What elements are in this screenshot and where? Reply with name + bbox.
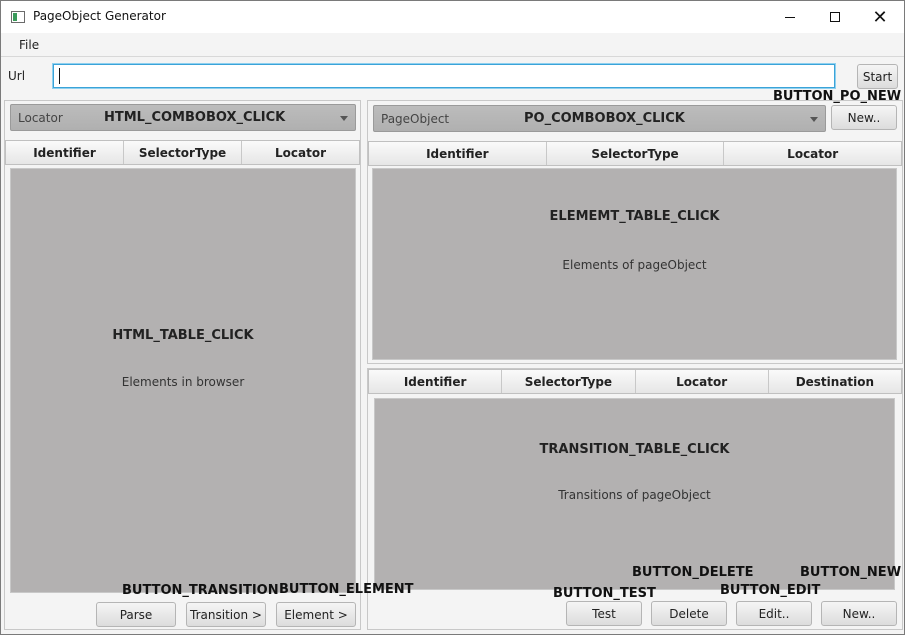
app-icon [11,11,25,23]
menu-bar: File [1,33,904,57]
page-object-combobox-value: PO_COMBOBOX_CLICK [524,111,685,126]
column-identifier[interactable]: Identifier [6,141,124,164]
annotation-button-new: BUTTON_NEW [800,565,902,580]
menu-file[interactable]: File [19,38,39,52]
close-icon: ✕ [872,6,888,28]
app-window: PageObject Generator ✕ File Url Start Lo… [0,0,905,635]
maximize-button[interactable] [812,1,858,33]
maximize-icon [830,12,840,22]
page-object-combobox-label: PageObject [381,112,450,126]
annotation-button-delete: BUTTON_DELETE [632,565,754,580]
window-title: PageObject Generator [33,9,166,23]
locator-combobox-value: HTML_COMBOBOX_CLICK [104,110,286,125]
url-input[interactable] [53,64,835,88]
transition-button[interactable]: Transition > [186,602,266,627]
column-selector-type[interactable]: SelectorType [124,141,242,164]
edit-button[interactable]: Edit.. [736,601,812,626]
new-page-object-button[interactable]: New.. [831,105,897,130]
html-table-placeholder: Elements in browser [121,375,245,389]
annotation-button-transition: BUTTON_TRANSITION [122,583,279,598]
column-identifier[interactable]: Identifier [369,370,503,393]
column-selector-type[interactable]: SelectorType [502,370,636,393]
annotation-button-test: BUTTON_TEST [553,586,656,601]
start-button[interactable]: Start [857,64,898,89]
transition-table[interactable]: TRANSITION_TABLE_CLICK Transitions of pa… [374,398,895,590]
html-table-header: Identifier SelectorType Locator [5,140,360,165]
delete-button[interactable]: Delete [651,601,727,626]
element-button[interactable]: Element > [276,602,356,627]
html-table[interactable]: HTML_TABLE_CLICK Elements in browser [10,168,356,593]
transition-table-header: Identifier SelectorType Locator Destinat… [368,369,902,394]
test-button[interactable]: Test [566,601,642,626]
column-locator[interactable]: Locator [242,141,359,164]
page-object-combobox[interactable]: PageObject PO_COMBOBOX_CLICK [373,105,826,132]
html-table-title: HTML_TABLE_CLICK [112,328,254,343]
column-selector-type[interactable]: SelectorType [547,142,725,165]
text-caret [59,68,60,84]
annotation-button-edit: BUTTON_EDIT [720,583,821,598]
locator-combobox[interactable]: Locator HTML_COMBOBOX_CLICK [10,104,356,131]
annotation-button-element: BUTTON_ELEMENT [279,582,414,597]
column-identifier[interactable]: Identifier [369,142,547,165]
chevron-down-icon [810,117,818,122]
browser-elements-pane: Locator HTML_COMBOBOX_CLICK Identifier S… [4,100,361,630]
annotation-button-po-new: BUTTON_PO_NEW [773,89,902,104]
column-locator[interactable]: Locator [636,370,769,393]
title-bar: PageObject Generator ✕ [1,1,904,33]
transition-table-placeholder: Transitions of pageObject [558,488,711,502]
chevron-down-icon [340,116,348,121]
transition-table-title: TRANSITION_TABLE_CLICK [539,442,730,457]
parse-button[interactable]: Parse [96,602,176,627]
minimize-icon [785,16,795,18]
page-object-elements-section: PageObject PO_COMBOBOX_CLICK New.. Ident… [367,100,903,364]
minimize-button[interactable] [767,1,813,33]
new-transition-button[interactable]: New.. [821,601,897,626]
locator-combobox-label: Locator [18,111,63,125]
column-destination[interactable]: Destination [769,370,901,393]
url-label: Url [8,69,26,83]
element-table-header: Identifier SelectorType Locator [368,141,902,166]
page-object-pane: PageObject PO_COMBOBOX_CLICK New.. Ident… [367,100,903,630]
element-table-placeholder: Elements of pageObject [562,258,707,272]
element-table-title: ELEMEMT_TABLE_CLICK [549,209,720,224]
close-button[interactable]: ✕ [857,1,903,33]
element-table[interactable]: ELEMEMT_TABLE_CLICK Elements of pageObje… [372,168,897,360]
column-locator[interactable]: Locator [724,142,901,165]
